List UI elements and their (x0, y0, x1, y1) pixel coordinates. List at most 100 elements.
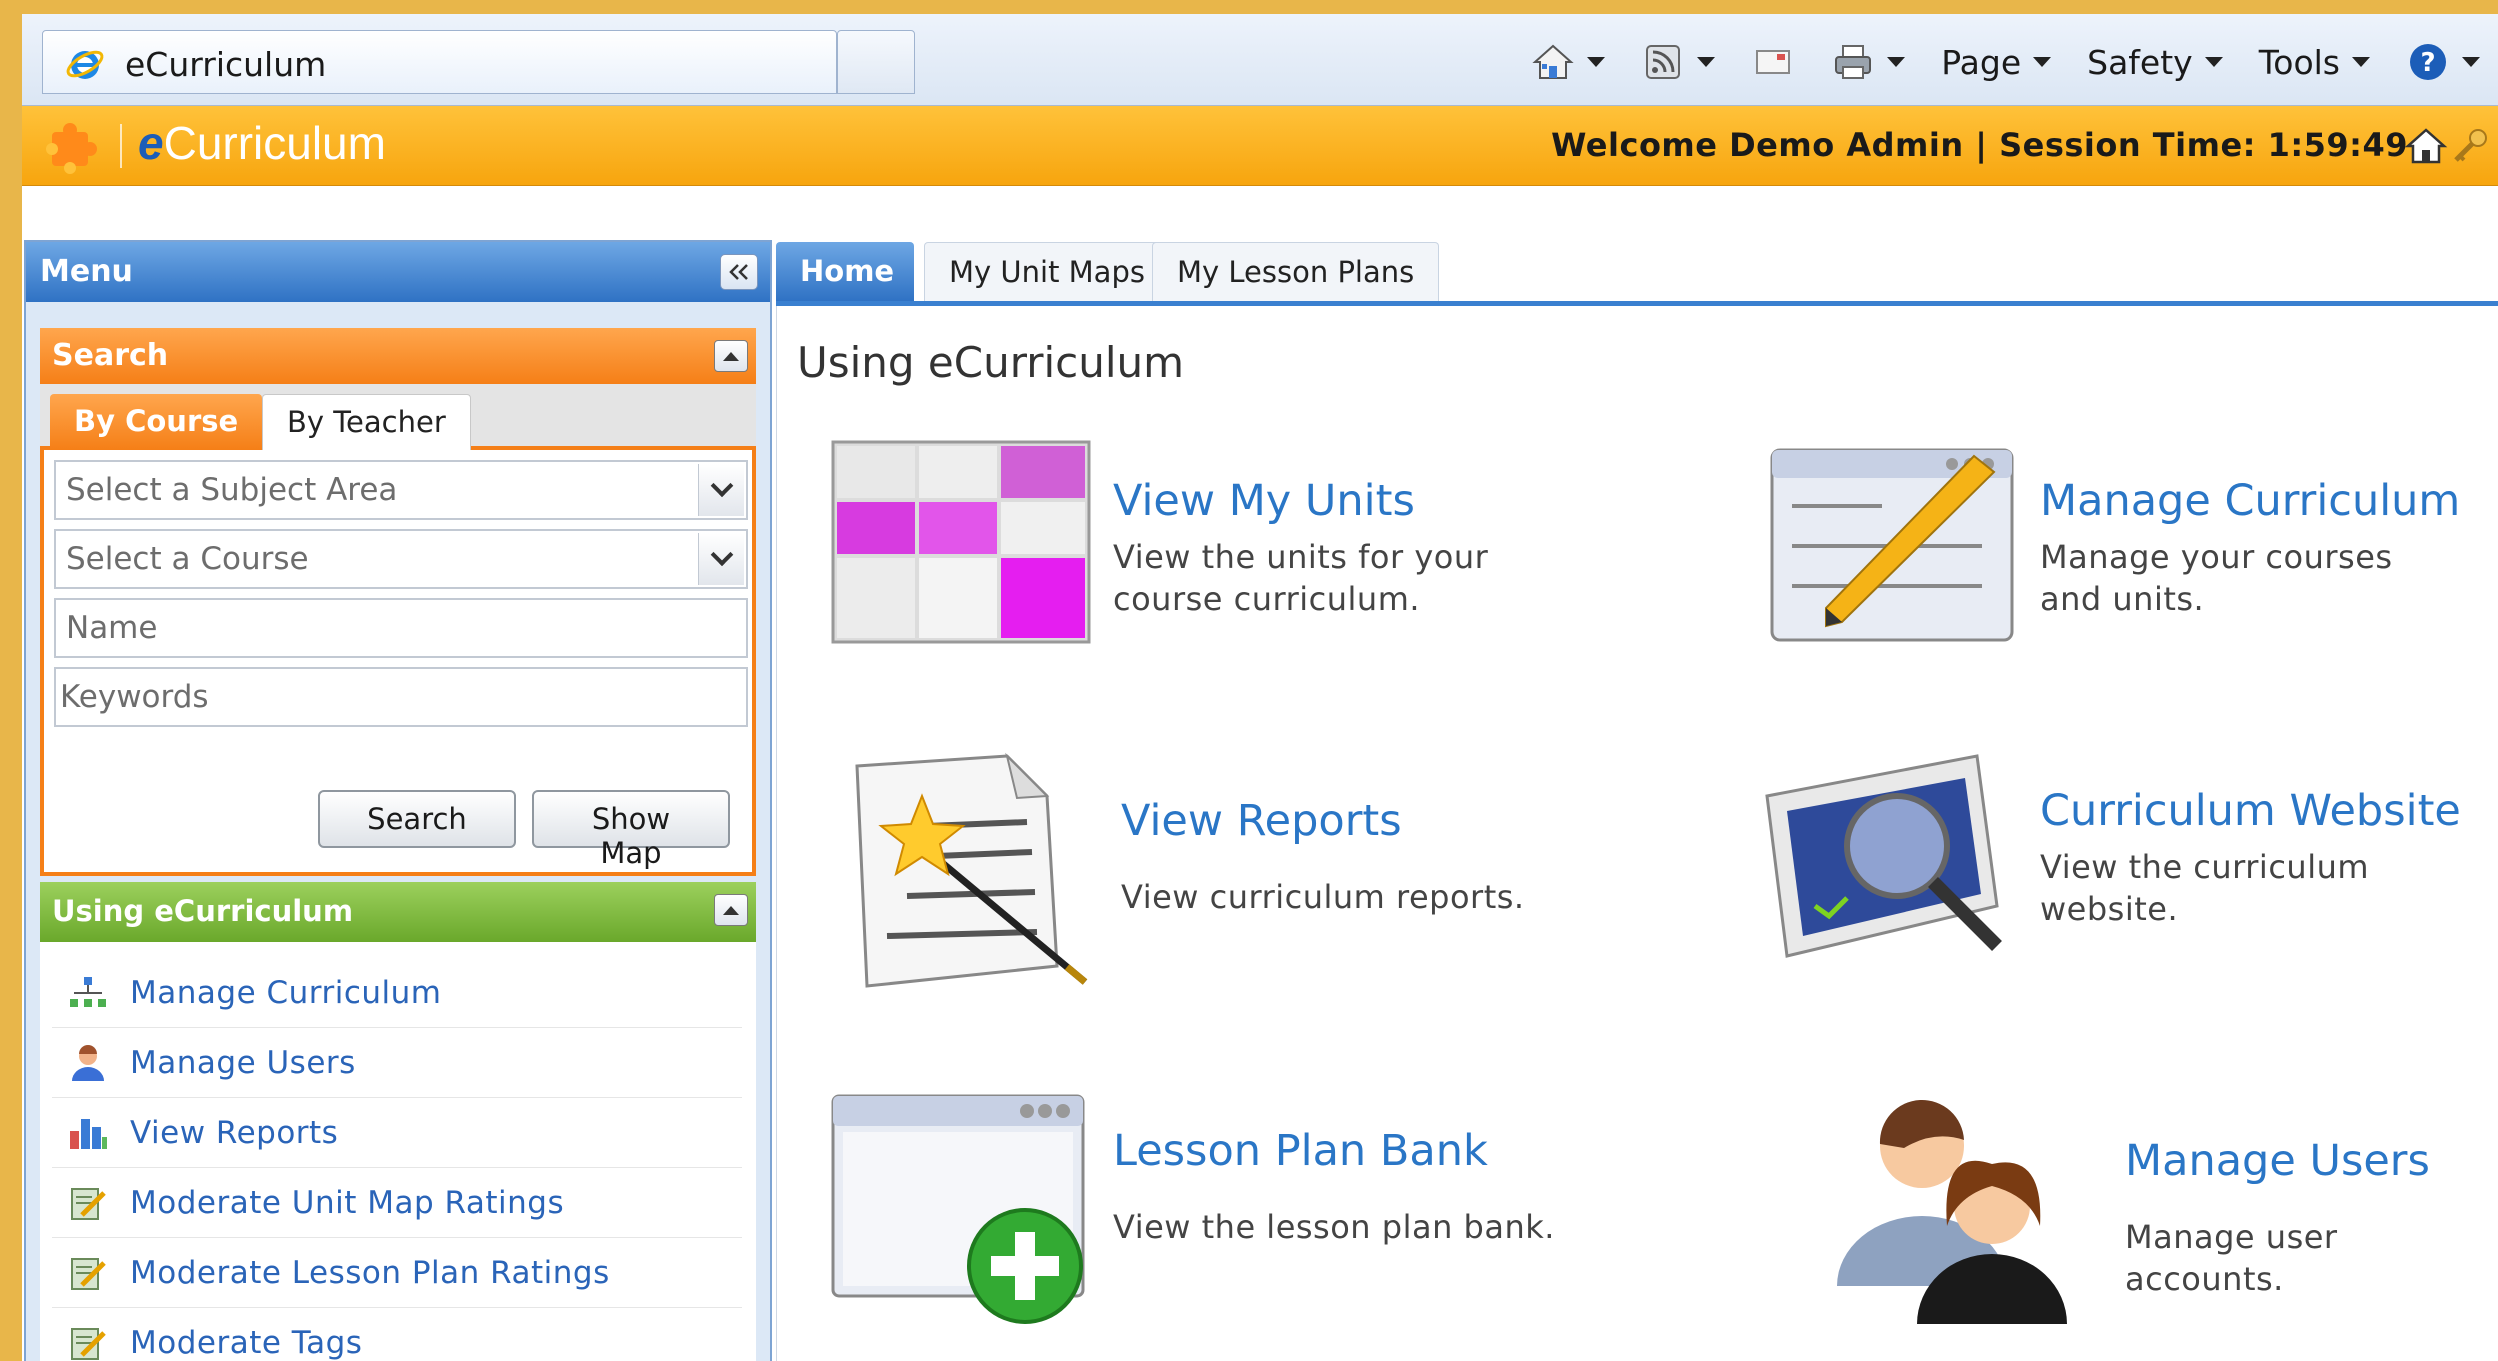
chevron-down-icon (710, 543, 733, 567)
tab-home[interactable]: Home (776, 242, 914, 301)
tile-desc-line: View the lesson plan bank. (1113, 1208, 1555, 1246)
using-header: Using eCurriculum (40, 882, 756, 942)
command-bar: Page Safety Tools ? (1513, 32, 2498, 92)
chevron-down-icon[interactable] (1887, 57, 1906, 67)
chevron-down-icon[interactable] (1697, 57, 1716, 67)
report-wand-icon (855, 752, 1088, 988)
tile-description: View the curriculum website. (2040, 846, 2369, 930)
tab-by-course[interactable]: By Course (50, 394, 263, 450)
chevron-down-icon[interactable] (1587, 57, 1606, 67)
subject-area-select[interactable]: Select a Subject Area (54, 460, 748, 520)
collapse-search-button[interactable] (714, 340, 748, 372)
manage-curriculum-tile[interactable]: Manage Curriculum Manage your courses an… (1762, 436, 2482, 666)
tile-description: View the lesson plan bank. (1113, 1206, 1555, 1248)
window-border-top (0, 0, 2498, 14)
tile-desc-line: View curriculum reports. (1121, 878, 1525, 916)
using-title: Using eCurriculum (52, 894, 354, 928)
tile-desc-line: Manage your courses (2040, 538, 2393, 576)
tile-description: Manage your courses and units. (2040, 536, 2393, 620)
view-my-units-tile[interactable]: View My Units View the units for your co… (827, 436, 1607, 666)
grid-units-icon (831, 440, 1091, 644)
safety-menu[interactable]: Safety (2087, 43, 2223, 82)
tile-title[interactable]: Lesson Plan Bank (1113, 1126, 1488, 1176)
subject-area-value: Select a Subject Area (66, 472, 398, 508)
pencil-document-icon (1770, 448, 2014, 642)
svg-text:?: ? (2420, 48, 2435, 78)
tile-title[interactable]: View My Units (1113, 476, 1415, 526)
search-form: Select a Subject Area Select a Course Na… (40, 450, 756, 876)
key-icon[interactable] (2448, 124, 2492, 168)
list-item[interactable]: Moderate Unit Map Ratings (52, 1168, 742, 1238)
page-menu[interactable]: Page (1941, 43, 2052, 82)
tile-title[interactable]: View Reports (1121, 796, 1402, 846)
collapse-using-button[interactable] (714, 894, 748, 926)
browser-toolbar: eCurriculum Page Safety Tools ? (22, 14, 2498, 106)
home-icon[interactable] (2404, 124, 2448, 168)
show-map-button[interactable]: Show Map (532, 790, 730, 870)
list-item[interactable]: Manage Users (52, 1028, 742, 1098)
user-icon (72, 1044, 104, 1081)
view-reports-tile[interactable]: View Reports View curriculum reports. (827, 736, 1607, 1006)
lesson-plan-bank-tile[interactable]: Lesson Plan Bank View the lesson plan ba… (827, 1086, 1607, 1356)
tile-desc-line: and units. (2040, 580, 2205, 618)
main-content: Using eCurriculum View My Units View the… (776, 306, 2498, 1361)
dropdown-button[interactable] (698, 464, 744, 516)
name-input[interactable]: Name (54, 598, 748, 658)
printer-icon (1835, 45, 1872, 79)
help-icon: ? (2410, 44, 2446, 80)
home-icon (1532, 44, 1574, 79)
print-command[interactable] (1831, 40, 1906, 84)
course-value: Select a Course (66, 541, 309, 577)
tile-desc-line: course curriculum. (1113, 580, 1421, 618)
list-item-label: Moderate Unit Map Ratings (130, 1184, 565, 1221)
list-item-label: View Reports (130, 1114, 339, 1151)
keywords-placeholder: Keywords (60, 679, 209, 715)
dropdown-button[interactable] (698, 533, 744, 585)
curriculum-website-tile[interactable]: Curriculum Website View the curriculum w… (1757, 746, 2482, 996)
list-item-label: Manage Curriculum (130, 974, 442, 1011)
caret-up-icon (723, 905, 739, 915)
browser-tab[interactable]: eCurriculum (42, 30, 837, 94)
manage-users-tile[interactable]: Manage Users Manage user accounts. (1817, 1086, 2482, 1356)
search-header: Search (40, 328, 756, 384)
tile-title[interactable]: Manage Users (2125, 1136, 2430, 1186)
feeds-command[interactable] (1641, 40, 1716, 84)
menu-header: Menu (26, 242, 770, 302)
tab-my-lesson-plans[interactable]: My Lesson Plans (1152, 242, 1440, 301)
list-item[interactable]: Moderate Tags (52, 1308, 742, 1361)
new-tab-button[interactable] (837, 30, 915, 94)
tile-title[interactable]: Curriculum Website (2040, 786, 2461, 836)
chevron-down-icon (2352, 57, 2370, 67)
edit-note-icon (71, 1327, 106, 1360)
search-button[interactable]: Search (318, 790, 516, 848)
tile-desc-line: View the units for your (1113, 538, 1489, 576)
tab-by-teacher[interactable]: By Teacher (262, 394, 471, 450)
search-title: Search (52, 338, 169, 373)
window-border-left (0, 0, 22, 1361)
tile-title[interactable]: Manage Curriculum (2040, 476, 2460, 526)
rss-feed-icon (1646, 45, 1681, 79)
window-add-icon (831, 1094, 1085, 1324)
keywords-input[interactable]: Keywords (54, 667, 748, 727)
tools-menu[interactable]: Tools (2259, 43, 2370, 82)
using-section: Using eCurriculum Manage Curriculum Mana… (40, 882, 756, 1361)
users-icon (1837, 1099, 2067, 1324)
list-item[interactable]: Moderate Lesson Plan Ratings (52, 1238, 742, 1308)
list-item-label: Moderate Lesson Plan Ratings (130, 1254, 610, 1291)
list-item[interactable]: View Reports (52, 1098, 742, 1168)
mail-command[interactable] (1751, 40, 1795, 84)
help-menu[interactable]: ? (2406, 40, 2480, 84)
org-chart-icon (70, 976, 106, 1007)
home-command[interactable] (1531, 40, 1606, 84)
collapse-menu-button[interactable] (720, 254, 758, 290)
puzzle-logo-icon (46, 123, 97, 174)
tile-description: View curriculum reports. (1121, 876, 1525, 918)
page-title: Using eCurriculum (797, 338, 1185, 387)
course-select[interactable]: Select a Course (54, 529, 748, 589)
search-tabs: By Course By Teacher (40, 384, 756, 450)
edit-note-icon (71, 1257, 106, 1290)
menu-panel: Menu Search By Course By Teacher Select … (24, 240, 772, 1361)
tab-my-unit-maps[interactable]: My Unit Maps (924, 242, 1170, 301)
list-item[interactable]: Manage Curriculum (52, 958, 742, 1028)
browser-tab-title: eCurriculum (125, 45, 327, 84)
